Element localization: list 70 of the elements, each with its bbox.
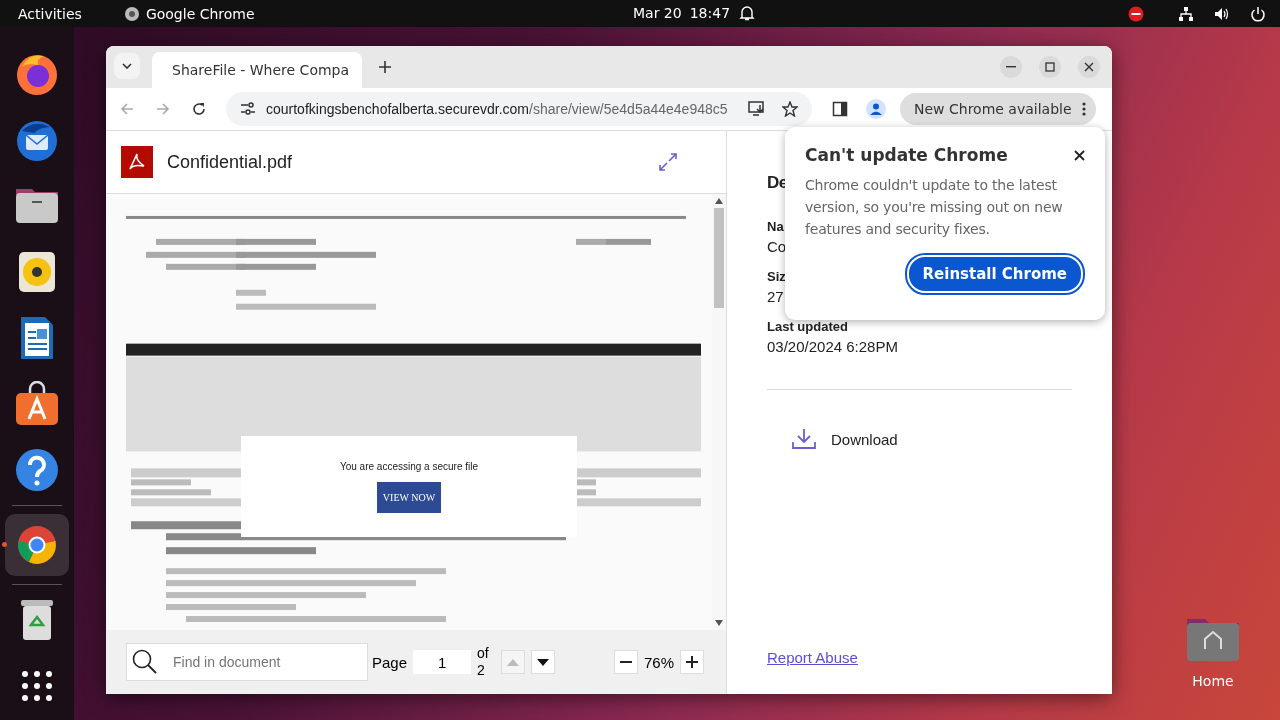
caret-up-icon (506, 658, 519, 666)
install-app-icon[interactable] (748, 101, 766, 117)
reinstall-button[interactable]: Reinstall Chrome (904, 253, 1085, 295)
up-arrow-icon[interactable] (715, 198, 723, 204)
tab-search-button[interactable] (114, 53, 140, 79)
download-icon (791, 428, 817, 450)
download-link[interactable]: Download (791, 428, 898, 450)
minimize-button[interactable] (1000, 56, 1022, 78)
view-now-button[interactable]: VIEW NOW (376, 481, 442, 513)
pdf-file-icon (121, 146, 153, 178)
app-menu[interactable]: Google Chrome (145, 5, 255, 22)
file-name: Confidential.pdf (167, 151, 293, 173)
zoom-in-button[interactable] (680, 650, 704, 674)
chrome-icon (123, 5, 140, 22)
browser-tab[interactable]: ShareFile - Where Compa (152, 52, 362, 88)
next-page-button[interactable] (530, 650, 555, 674)
page-count: 2 (477, 662, 486, 679)
plus-icon (686, 656, 698, 668)
clock-button[interactable]: Mar 20 18:47 (633, 5, 731, 21)
speaker-icon (17, 249, 57, 295)
find-field[interactable]: Find in document (126, 643, 368, 681)
maximize-button[interactable] (1039, 56, 1061, 78)
network-icon[interactable] (1178, 5, 1194, 22)
field-label: Siz (767, 269, 786, 284)
popup-message: Chrome couldn't update to the latest version, so you're missing out on new features and security fixes. (805, 176, 1064, 239)
of-label: of (477, 645, 489, 662)
update-chip[interactable]: New Chrome available (900, 93, 1096, 125)
address-bar[interactable]: courtofkingsbenchofalberta.securevdr.com/share/view/5e4d5a44e4e948c5 (226, 92, 812, 126)
chevron-down-icon (122, 63, 132, 69)
field-value: Co (767, 238, 787, 255)
side-panel-icon[interactable] (832, 101, 848, 117)
field-label: Na (767, 219, 784, 234)
popup-title: Can't update Chrome (805, 145, 1008, 165)
plus-icon[interactable] (379, 61, 391, 73)
close-icon (1084, 62, 1094, 72)
grid-icon (21, 670, 53, 702)
down-arrow-icon[interactable] (715, 620, 723, 626)
site-settings-icon[interactable] (240, 102, 256, 116)
help-icon (14, 447, 60, 493)
power-icon[interactable] (1250, 5, 1266, 22)
home-label[interactable]: Home (1192, 673, 1234, 689)
secure-message: You are accessing a secure file (339, 460, 478, 472)
caret-down-icon (536, 658, 549, 666)
zoom-level: 76% (643, 653, 674, 671)
page-field[interactable]: 1 (413, 650, 472, 674)
shopping-bag-icon (14, 381, 60, 427)
close-button[interactable] (1078, 56, 1100, 78)
scrollbar[interactable] (712, 194, 726, 630)
scrollbar-thumb[interactable] (714, 208, 724, 308)
tab-title: ShareFile - Where Compa (172, 62, 350, 78)
search-icon (132, 649, 158, 675)
activities-button[interactable]: Activities (18, 5, 82, 22)
close-icon[interactable] (1074, 149, 1085, 161)
report-abuse-link[interactable]: Report Abuse (767, 649, 858, 666)
profile-icon[interactable] (866, 99, 886, 119)
field-value: 27 (767, 288, 784, 305)
no-entry-icon[interactable] (1128, 5, 1144, 22)
field-label: Last updated (767, 319, 848, 334)
minimize-icon (1006, 66, 1016, 68)
more-icon (1081, 102, 1086, 116)
zoom-out-button[interactable] (613, 650, 638, 674)
maximize-icon (1045, 62, 1055, 72)
expand-icon[interactable] (658, 152, 678, 172)
reload-icon[interactable] (192, 102, 206, 116)
field-value: 03/20/2024 6:28PM (767, 338, 898, 355)
star-icon[interactable] (782, 101, 798, 117)
bell-icon[interactable] (739, 4, 755, 22)
page-label: Page (372, 653, 408, 671)
dock-app[interactable] (5, 514, 69, 576)
minus-icon (619, 661, 632, 663)
